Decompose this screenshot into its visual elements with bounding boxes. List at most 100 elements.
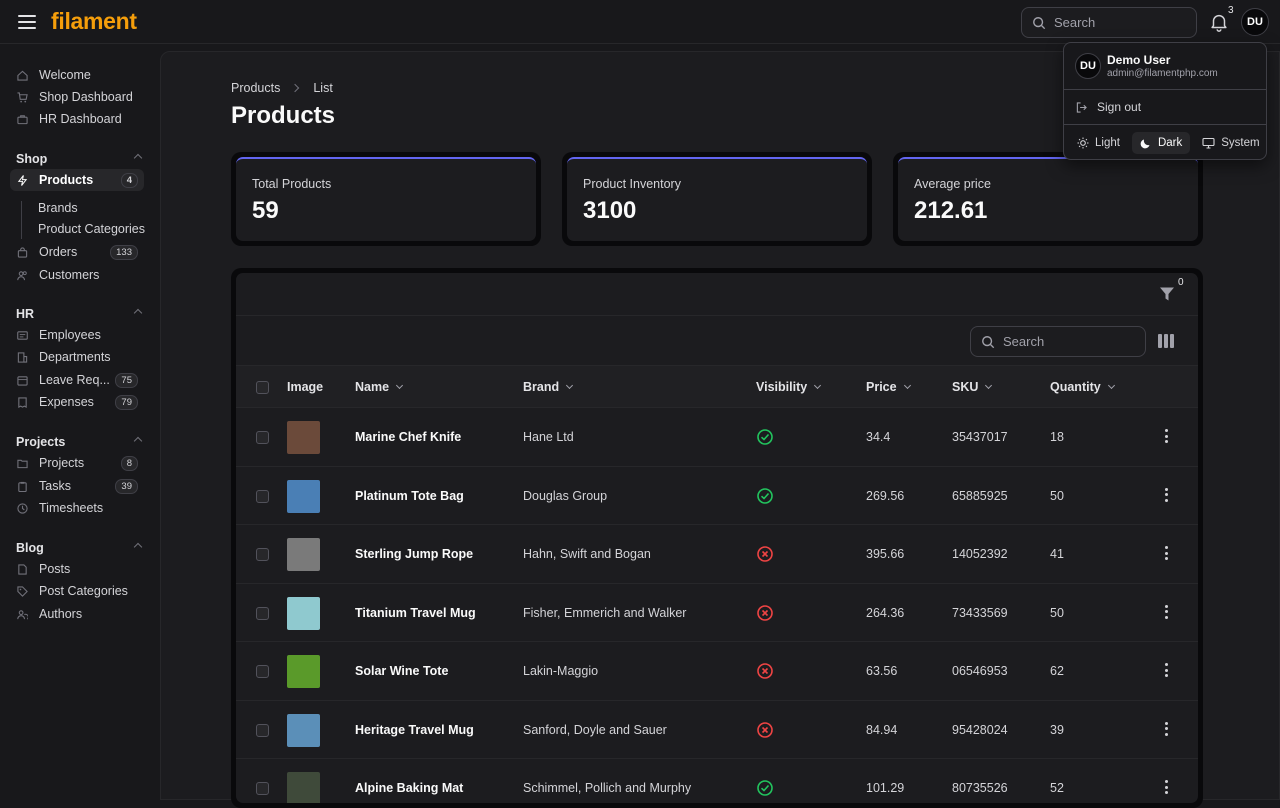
- column-header-name[interactable]: Name: [355, 380, 404, 394]
- table-row[interactable]: Alpine Baking Mat Schimmel, Pollich and M…: [236, 759, 1198, 803]
- sidebar-item-welcome[interactable]: Welcome: [10, 64, 144, 86]
- row-actions-icon[interactable]: [1165, 663, 1169, 677]
- product-name[interactable]: Heritage Travel Mug: [355, 723, 474, 737]
- sidebar-item-post-categories[interactable]: Post Categories: [10, 580, 144, 602]
- column-header-quantity[interactable]: Quantity: [1050, 380, 1115, 394]
- table-row[interactable]: Marine Chef Knife Hane Ltd 34.4 35437017 18: [236, 408, 1198, 467]
- product-image: [287, 538, 320, 571]
- sidebar-item-orders[interactable]: Orders 133: [10, 241, 144, 263]
- table-row[interactable]: Heritage Travel Mug Sanford, Doyle and Sa…: [236, 701, 1198, 759]
- sidebar-item-authors[interactable]: Authors: [10, 603, 144, 625]
- row-checkbox[interactable]: [256, 606, 269, 620]
- menu-icon[interactable]: [18, 13, 36, 31]
- x-circle-icon: [757, 604, 773, 621]
- product-price: 84.94: [866, 722, 898, 737]
- theme-dark-button[interactable]: Dark: [1131, 132, 1191, 154]
- column-header-price[interactable]: Price: [866, 380, 911, 394]
- breadcrumb-item-products[interactable]: Products: [231, 81, 280, 95]
- column-header-visibility[interactable]: Visibility: [756, 380, 822, 394]
- nav-group-shop[interactable]: Shop: [16, 152, 144, 166]
- table-row[interactable]: Sterling Jump Rope Hahn, Swift and Bogan 3…: [236, 525, 1198, 584]
- sidebar-item-projects[interactable]: Projects 8: [10, 452, 144, 474]
- row-checkbox[interactable]: [256, 431, 269, 444]
- product-brand: Schimmel, Pollich and Murphy: [523, 781, 692, 795]
- stat-card-product-inventory: Product Inventory 3100: [562, 152, 872, 246]
- bell-icon[interactable]: [1208, 11, 1230, 33]
- sidebar-item-product-categories[interactable]: Product Categories: [38, 222, 145, 236]
- row-checkbox[interactable]: [256, 489, 269, 503]
- nav-group-projects[interactable]: Projects: [16, 435, 144, 449]
- global-search-input[interactable]: [1054, 15, 1184, 30]
- table-search-input[interactable]: [1003, 334, 1133, 349]
- filter-icon[interactable]: [1158, 285, 1176, 303]
- sidebar-item-label: Tasks: [39, 479, 71, 493]
- sidebar-item-timesheets[interactable]: Timesheets: [10, 497, 144, 519]
- sidebar-item-leave-requests[interactable]: Leave Req... 75: [10, 369, 144, 391]
- table-row[interactable]: Solar Wine Tote Lakin-Maggio 63.56 06546953…: [236, 642, 1198, 701]
- global-search[interactable]: [1021, 7, 1197, 38]
- product-name[interactable]: Marine Chef Knife: [355, 430, 461, 444]
- sidebar-item-employees[interactable]: Employees: [10, 324, 144, 346]
- app-logo[interactable]: filament: [51, 8, 137, 35]
- product-name[interactable]: Sterling Jump Rope: [355, 547, 473, 561]
- theme-system-button[interactable]: System: [1194, 132, 1267, 154]
- product-name[interactable]: Platinum Tote Bag: [355, 489, 464, 503]
- user-avatar[interactable]: DU: [1241, 8, 1269, 36]
- product-name[interactable]: Alpine Baking Mat: [355, 781, 463, 795]
- theme-light-button[interactable]: Light: [1069, 132, 1128, 154]
- row-actions-icon[interactable]: [1165, 721, 1169, 736]
- nav-group-blog[interactable]: Blog: [16, 541, 144, 555]
- product-price: 101.29: [866, 781, 905, 795]
- sidebar-item-shop-dashboard[interactable]: Shop Dashboard: [10, 86, 144, 108]
- moon-icon: [1140, 139, 1150, 149]
- stat-card-total-products: Total Products 59: [231, 152, 541, 246]
- sidebar-item-label: Authors: [39, 607, 83, 621]
- bolt-icon: [17, 174, 28, 186]
- chevron-up-icon: [133, 153, 143, 163]
- notifications-count: 3: [1228, 5, 1234, 16]
- check-circle-icon: [757, 487, 773, 504]
- search-icon: [1033, 16, 1046, 29]
- product-brand: Fisher, Emmerich and Walker: [523, 605, 687, 620]
- row-actions-icon[interactable]: [1165, 487, 1169, 502]
- product-quantity: 18: [1050, 430, 1064, 444]
- stat-value: 3100: [583, 197, 637, 224]
- row-actions-icon[interactable]: [1165, 604, 1169, 619]
- product-brand: Douglas Group: [523, 488, 608, 503]
- breadcrumb-item-list: List: [313, 81, 333, 95]
- row-actions-icon[interactable]: [1165, 429, 1169, 443]
- main-content: Products List Products Total Products 59…: [160, 51, 1280, 808]
- column-header-brand[interactable]: Brand: [523, 380, 574, 394]
- product-name[interactable]: Solar Wine Tote: [355, 664, 448, 678]
- sidebar-item-label: Post Categories: [39, 584, 128, 598]
- row-actions-icon[interactable]: [1165, 546, 1169, 560]
- chevron-up-icon: [133, 436, 143, 446]
- sidebar-item-brands[interactable]: Brands: [38, 201, 78, 215]
- row-actions-icon[interactable]: [1165, 780, 1169, 794]
- table-row[interactable]: Platinum Tote Bag Douglas Group 269.56 6588…: [236, 467, 1198, 525]
- sidebar-item-hr-dashboard[interactable]: HR Dashboard: [10, 108, 144, 130]
- table-search[interactable]: [970, 326, 1146, 357]
- row-checkbox[interactable]: [256, 548, 269, 561]
- sidebar-item-departments[interactable]: Departments: [10, 346, 144, 368]
- sidebar-item-products[interactable]: Products 4: [10, 169, 144, 191]
- row-checkbox[interactable]: [256, 723, 269, 737]
- sun-icon: [1077, 137, 1089, 149]
- table-row[interactable]: Titanium Travel Mug Fisher, Emmerich and …: [236, 584, 1198, 642]
- product-name[interactable]: Titanium Travel Mug: [355, 606, 476, 620]
- sidebar-item-posts[interactable]: Posts: [10, 558, 144, 580]
- sidebar-item-expenses[interactable]: Expenses 79: [10, 391, 144, 413]
- nav-group-hr[interactable]: HR: [16, 307, 144, 321]
- columns-toggle-icon[interactable]: [1158, 334, 1174, 348]
- sidebar-item-customers[interactable]: Customers: [10, 264, 144, 286]
- sidebar-item-label: Projects: [39, 456, 85, 470]
- sign-out-button[interactable]: Sign out: [1064, 90, 1266, 125]
- calendar-icon: [17, 375, 28, 386]
- row-checkbox[interactable]: [256, 782, 269, 795]
- stat-label: Average price: [914, 177, 991, 191]
- row-checkbox[interactable]: [256, 665, 269, 678]
- sidebar-item-label: Orders: [39, 245, 78, 259]
- column-header-sku[interactable]: SKU: [952, 380, 993, 394]
- select-all-checkbox[interactable]: [256, 381, 269, 394]
- sidebar-item-tasks[interactable]: Tasks 39: [10, 475, 144, 497]
